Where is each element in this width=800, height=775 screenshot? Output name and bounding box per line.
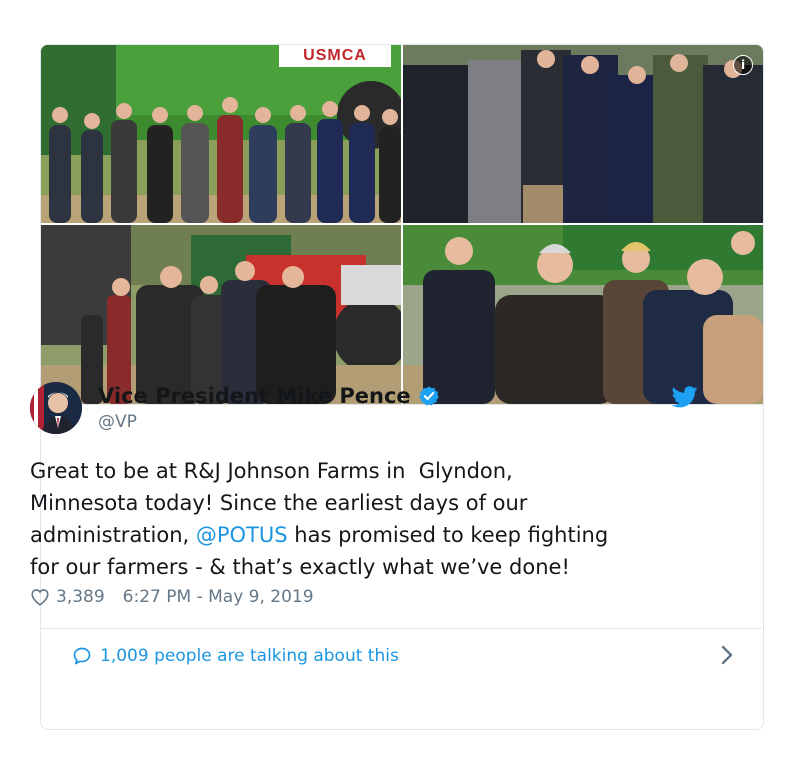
like-count[interactable]: 3,389 [56, 587, 105, 607]
tweet-meta: 3,389 6:27 PM - May 9, 2019 [30, 587, 314, 607]
heart-icon[interactable] [30, 588, 50, 606]
tweet-header: Vice President Mike Pence @VP [30, 382, 700, 442]
twitter-bird-icon[interactable] [672, 386, 698, 408]
handle[interactable]: @VP [98, 412, 137, 432]
photo-1[interactable]: USMCA [41, 45, 401, 223]
photo-2[interactable]: i [403, 45, 763, 223]
photo-3[interactable] [41, 225, 401, 404]
display-name[interactable]: Vice President Mike Pence [98, 384, 411, 408]
speech-bubble-icon [73, 647, 91, 665]
tweet-text: Great to be at R&J Johnson Farms in Glyn… [30, 455, 690, 583]
usmca-banner-text: USMCA [303, 47, 367, 64]
conversation-text: 1,009 people are talking about this [100, 646, 399, 666]
photo-4[interactable] [403, 225, 763, 404]
verified-badge-icon [418, 386, 439, 406]
tweet-media-grid[interactable]: USMCA i [41, 45, 763, 404]
conversation-link[interactable]: 1,009 people are talking about this [72, 641, 734, 671]
name-row: Vice President Mike Pence [98, 384, 440, 408]
chevron-right-icon[interactable] [720, 644, 734, 666]
footer-divider [40, 628, 762, 629]
timestamp[interactable]: 6:27 PM - May 9, 2019 [123, 587, 314, 607]
avatar[interactable] [30, 382, 82, 434]
info-icon[interactable]: i [733, 55, 753, 75]
mention-link[interactable]: @POTUS [196, 523, 288, 547]
